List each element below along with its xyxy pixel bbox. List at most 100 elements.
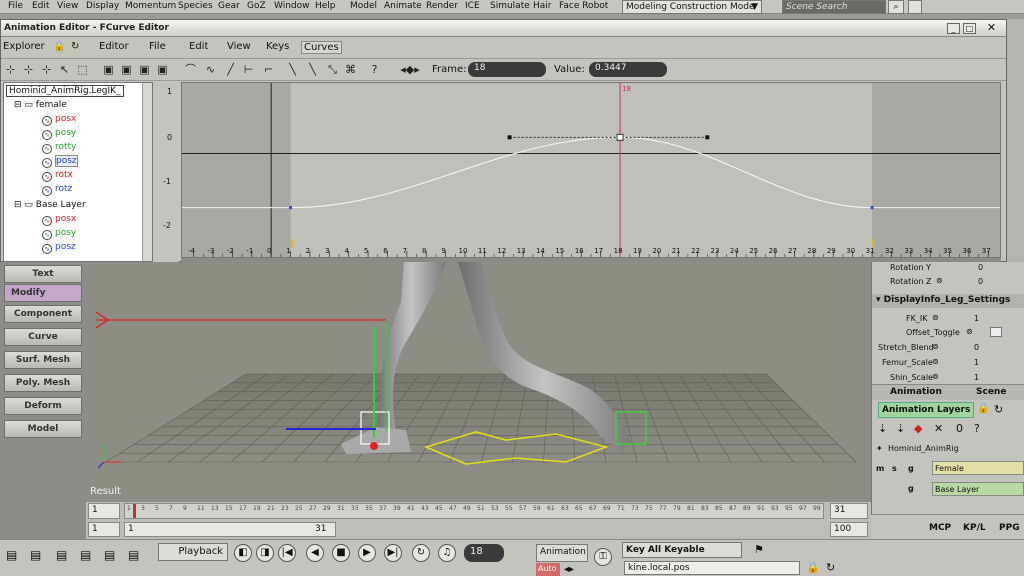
deform-button[interactable]: Deform <box>4 397 82 415</box>
stop-icon[interactable]: ■ <box>332 544 350 562</box>
bezier-icon[interactable]: ∿ <box>203 62 218 77</box>
view-menu[interactable]: View <box>227 41 251 52</box>
ghost-toggle[interactable]: g <box>908 464 914 473</box>
help-icon[interactable]: ? <box>974 422 980 435</box>
tree-item-rotz[interactable]: ∿ rotz <box>42 184 72 196</box>
help-icon[interactable]: ? <box>367 62 382 77</box>
region-tool-icon[interactable]: ⊹ <box>39 62 54 77</box>
timeline-start-field[interactable]: 1 <box>88 503 120 519</box>
close-icon[interactable]: ✕ <box>985 22 998 34</box>
animation-icon[interactable]: ⊚ <box>936 276 943 285</box>
key-all-keyable-field[interactable]: Key All Keyable <box>622 542 742 558</box>
key-tool-icon[interactable]: ⊹ <box>21 62 36 77</box>
tangent-unify-icon[interactable]: ⤡ <box>325 62 340 77</box>
layer-row-base[interactable]: Base Layer <box>932 482 1024 496</box>
timeline-playhead[interactable] <box>133 504 136 518</box>
select-tool-icon[interactable]: ⊹ <box>3 62 18 77</box>
tree-scrollbar[interactable] <box>142 83 152 261</box>
linear-icon[interactable]: ╱ <box>223 62 238 77</box>
first-frame-icon[interactable]: |◀ <box>278 544 296 562</box>
layout-icon[interactable]: ▤ <box>128 548 139 562</box>
param-value[interactable]: 1 <box>974 373 979 382</box>
tree-group-female[interactable]: ⊟ ▭ female <box>14 100 67 110</box>
range-start-field[interactable]: 1 <box>88 522 120 537</box>
step-icon[interactable]: ⌐ <box>261 62 276 77</box>
tree-item-posx[interactable]: ∿ posx <box>42 114 76 126</box>
tab-mcp[interactable]: MCP <box>929 523 951 533</box>
viewport-canvas[interactable] <box>86 262 871 502</box>
animation-menu-button[interactable]: Animation <box>536 544 588 562</box>
solo-toggle[interactable]: s <box>892 464 897 473</box>
key-arrows-icon[interactable]: ◂▸ <box>564 564 574 575</box>
component-button[interactable]: Component <box>4 305 82 323</box>
scene-search-input[interactable]: Scene Search <box>782 0 886 14</box>
key-filter-icon[interactable]: ⚑ <box>754 543 764 556</box>
maximize-icon[interactable]: □ <box>963 23 976 34</box>
menu-display[interactable]: Display <box>86 1 119 11</box>
param-value[interactable]: 1 <box>974 358 979 367</box>
frame-all-icon[interactable]: ▣ <box>101 62 116 77</box>
tree-item-posy[interactable]: ∿ posy <box>42 128 76 140</box>
surf-mesh-button[interactable]: Surf. Mesh <box>4 351 82 369</box>
prev-key-icon[interactable]: ◀ <box>306 544 324 562</box>
arrow-tool-icon[interactable]: ↖ <box>57 62 72 77</box>
edit-menu[interactable]: Edit <box>189 41 208 52</box>
auto-key-toggle[interactable]: Auto <box>536 563 560 576</box>
play-icon[interactable]: ▶ <box>358 544 376 562</box>
menu-face-robot[interactable]: Face Robot <box>559 1 608 11</box>
play-options-icon[interactable]: ◧ <box>234 544 252 562</box>
range-slider[interactable]: 1 31 <box>124 522 336 537</box>
add-layer-icon[interactable]: ⇣ <box>878 422 887 435</box>
key-icon[interactable]: ◆ <box>914 422 922 435</box>
menu-edit[interactable]: Edit <box>32 1 49 11</box>
minimize-icon[interactable]: _ <box>947 23 960 34</box>
loop-icon[interactable]: ◨ <box>256 544 274 562</box>
tab-kpl[interactable]: KP/L <box>963 523 986 533</box>
range-max-field[interactable]: 100 <box>830 522 868 537</box>
menu-simulate[interactable]: Simulate <box>490 1 530 11</box>
magnet-icon[interactable]: ⌘ <box>343 62 358 77</box>
tree-root[interactable]: Hominid_AnimRig.LegIK_ <box>6 85 124 97</box>
explorer-menu[interactable]: Explorer <box>3 41 45 52</box>
constant-icon[interactable]: ⊢ <box>241 62 256 77</box>
layout-icon[interactable]: ▤ <box>80 548 91 562</box>
menu-render[interactable]: Render <box>426 1 458 11</box>
add-layer-below-icon[interactable]: ⇣ <box>896 422 905 435</box>
refresh-icon[interactable]: ↻ <box>994 403 1003 416</box>
menu-view[interactable]: View <box>57 1 78 11</box>
param-value[interactable]: 0 <box>974 343 979 352</box>
tree-item-base-posy[interactable]: ∿ posy <box>42 228 76 240</box>
lock-icon[interactable]: 🔒 <box>806 561 820 574</box>
fit-icon[interactable]: ▣ <box>137 62 152 77</box>
search-options-icon[interactable] <box>908 0 922 14</box>
timeline-ruler[interactable]: 1 3 5 7 9 11 13 15 17 19 21 23 25 27 29 31 33 35 37 39 41 43 4… <box>124 503 824 519</box>
curve-button[interactable]: Curve <box>4 328 82 346</box>
key-icon[interactable]: ⚿ <box>594 548 612 566</box>
section-header[interactable]: ▾ DisplayInfo_Leg_Settings <box>872 294 1024 308</box>
animation-layers-button[interactable]: Animation Layers <box>878 402 975 418</box>
tangent-icon[interactable]: ╲ <box>285 62 300 77</box>
animation-icon[interactable]: ⊚ <box>932 342 939 351</box>
zoom-icon[interactable]: ▣ <box>155 62 170 77</box>
timeline-end-field[interactable]: 31 <box>830 503 868 519</box>
menu-window[interactable]: Window <box>274 1 310 11</box>
animation-icon[interactable]: ⊚ <box>932 372 939 381</box>
file-menu[interactable]: File <box>149 41 166 52</box>
mute-toggle[interactable]: m <box>876 464 884 473</box>
tree-item-posz[interactable]: ∿ posz <box>42 155 78 168</box>
refresh-icon[interactable]: ↻ <box>826 561 835 574</box>
curves-menu[interactable]: Curves <box>301 41 342 54</box>
loop-toggle-icon[interactable]: ↻ <box>412 544 430 562</box>
menu-ice[interactable]: ICE <box>465 1 480 11</box>
value-field[interactable]: 0.3447 <box>589 62 667 77</box>
poly-mesh-button[interactable]: Poly. Mesh <box>4 374 82 392</box>
mode-combo[interactable]: Modeling Construction Mode ▼ <box>622 0 762 14</box>
tab-ppg[interactable]: PPG <box>999 523 1020 533</box>
animation-icon[interactable]: ⊚ <box>932 313 939 322</box>
lock-icon[interactable]: 🔒 <box>53 41 65 52</box>
text-button[interactable]: Text <box>4 265 82 283</box>
editor-menu[interactable]: Editor <box>99 41 129 52</box>
layer-row-female[interactable]: Female <box>932 461 1024 475</box>
tree-item-rotty[interactable]: ∿ rotty <box>42 142 76 154</box>
tree-item-base-posz[interactable]: ∿ posz <box>42 242 76 254</box>
